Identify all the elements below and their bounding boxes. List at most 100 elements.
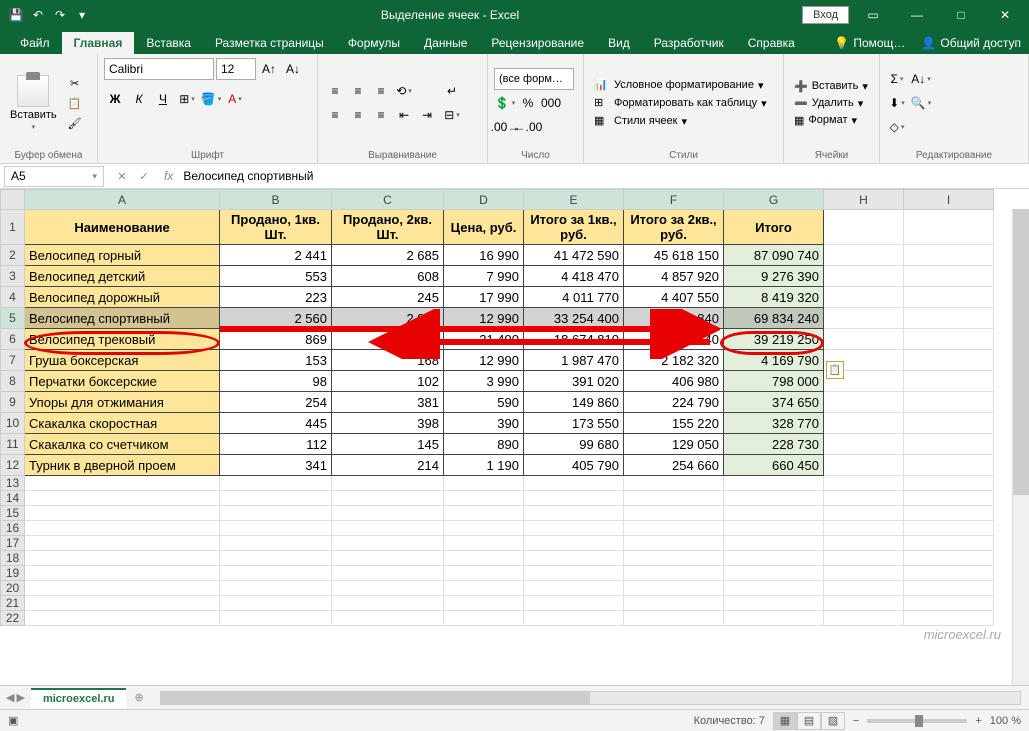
row-header-18[interactable]: 18	[1, 551, 25, 566]
tab-разметка страницы[interactable]: Разметка страницы	[203, 32, 336, 54]
empty-cell[interactable]	[25, 581, 220, 596]
empty-cell[interactable]	[824, 476, 904, 491]
empty-cell[interactable]	[624, 476, 724, 491]
table-header[interactable]: Цена, руб.	[444, 210, 524, 245]
empty-cell[interactable]	[724, 476, 824, 491]
row-header-8[interactable]: 8	[1, 371, 25, 392]
row-header-6[interactable]: 6	[1, 329, 25, 350]
empty-cell[interactable]	[220, 551, 332, 566]
table-header[interactable]: Итого за 1кв., руб.	[524, 210, 624, 245]
empty-cell[interactable]	[220, 611, 332, 626]
empty-cell[interactable]	[332, 491, 444, 506]
table-cell[interactable]: 145	[332, 434, 444, 455]
clear-icon[interactable]: ◇	[886, 116, 908, 138]
table-cell[interactable]: 112	[220, 434, 332, 455]
empty-cell[interactable]	[524, 476, 624, 491]
table-cell[interactable]: 16 990	[444, 245, 524, 266]
bold-button[interactable]: Ж	[104, 88, 126, 110]
empty-cell[interactable]	[332, 611, 444, 626]
table-cell[interactable]: 4 407 550	[624, 287, 724, 308]
zoom-slider[interactable]	[867, 719, 967, 723]
empty-cell[interactable]	[904, 536, 994, 551]
table-cell-name[interactable]: Велосипед спортивный	[25, 308, 220, 329]
tab-вид[interactable]: Вид	[596, 32, 642, 54]
table-cell[interactable]: 405 790	[524, 455, 624, 476]
empty-cell[interactable]	[724, 581, 824, 596]
table-cell[interactable]: 8 419 320	[724, 287, 824, 308]
indent-decrease-icon[interactable]: ⇤	[393, 104, 415, 126]
table-cell[interactable]: 1 190	[444, 455, 524, 476]
row-header-13[interactable]: 13	[1, 476, 25, 491]
ribbon-options-icon[interactable]: ▭	[853, 0, 893, 29]
table-cell[interactable]: 445	[220, 413, 332, 434]
table-cell[interactable]: 3 990	[444, 371, 524, 392]
table-header[interactable]: Продано, 1кв. Шт.	[220, 210, 332, 245]
empty-cell[interactable]	[724, 611, 824, 626]
table-cell[interactable]: 87 090 740	[724, 245, 824, 266]
table-cell[interactable]: 391 020	[524, 371, 624, 392]
table-cell[interactable]: 21 490	[444, 329, 524, 350]
empty-cell[interactable]	[25, 566, 220, 581]
empty-cell[interactable]	[824, 491, 904, 506]
table-cell[interactable]: 12 990	[444, 350, 524, 371]
empty-cell[interactable]	[444, 506, 524, 521]
empty-cell[interactable]	[524, 536, 624, 551]
table-cell[interactable]: 155 220	[624, 413, 724, 434]
decrease-decimal-icon[interactable]: ←.00	[517, 116, 539, 138]
table-cell[interactable]: 228 730	[724, 434, 824, 455]
formula-input[interactable]	[179, 166, 1029, 187]
table-cell-name[interactable]: Велосипед дорожный	[25, 287, 220, 308]
empty-cell[interactable]	[332, 551, 444, 566]
zoom-out-icon[interactable]: −	[853, 715, 859, 727]
enter-formula-icon[interactable]: ✓	[134, 166, 154, 186]
maximize-icon[interactable]: □	[941, 0, 981, 29]
empty-cell[interactable]	[444, 581, 524, 596]
row-header-3[interactable]: 3	[1, 266, 25, 287]
empty-cell[interactable]	[904, 521, 994, 536]
row-header-19[interactable]: 19	[1, 566, 25, 581]
redo-icon[interactable]: ↷	[52, 7, 68, 23]
col-header-C[interactable]: C	[332, 190, 444, 210]
table-cell[interactable]: 2 441	[220, 245, 332, 266]
add-sheet-icon[interactable]: ⊕	[126, 691, 151, 704]
row-header-22[interactable]: 22	[1, 611, 25, 626]
zoom-level[interactable]: 100 %	[990, 715, 1021, 727]
row-header-20[interactable]: 20	[1, 581, 25, 596]
table-cell[interactable]: 223	[220, 287, 332, 308]
empty-cell[interactable]	[332, 521, 444, 536]
table-cell[interactable]: 2 685	[332, 245, 444, 266]
table-header[interactable]: Наименование	[25, 210, 220, 245]
row-header-21[interactable]: 21	[1, 596, 25, 611]
row-header-12[interactable]: 12	[1, 455, 25, 476]
empty-cell[interactable]	[624, 596, 724, 611]
empty-cell[interactable]	[904, 476, 994, 491]
table-cell[interactable]: 20 544 440	[624, 329, 724, 350]
empty-cell[interactable]	[444, 536, 524, 551]
table-cell[interactable]: 398	[332, 413, 444, 434]
tab-данные[interactable]: Данные	[412, 32, 479, 54]
table-cell[interactable]: 890	[444, 434, 524, 455]
table-cell[interactable]: 39 219 250	[724, 329, 824, 350]
orientation-icon[interactable]: ⟲	[393, 80, 415, 102]
format-cells-button[interactable]: ▦Формат ▾	[790, 113, 872, 128]
empty-cell[interactable]	[824, 506, 904, 521]
table-cell-name[interactable]: Велосипед трековый	[25, 329, 220, 350]
empty-cell[interactable]	[904, 506, 994, 521]
table-cell-name[interactable]: Груша боксерская	[25, 350, 220, 371]
sheet-nav-next-icon[interactable]: ▶	[16, 691, 24, 704]
table-cell[interactable]: 406 980	[624, 371, 724, 392]
table-cell[interactable]: 41 472 590	[524, 245, 624, 266]
empty-cell[interactable]	[524, 506, 624, 521]
empty-cell[interactable]	[904, 551, 994, 566]
row-header-9[interactable]: 9	[1, 392, 25, 413]
font-size-select[interactable]	[216, 58, 256, 80]
tab-формулы[interactable]: Формулы	[336, 32, 412, 54]
table-cell[interactable]: 102	[332, 371, 444, 392]
cancel-formula-icon[interactable]: ✕	[112, 166, 132, 186]
table-cell[interactable]: 36 579 840	[624, 308, 724, 329]
align-bottom-icon[interactable]: ≡	[370, 80, 392, 102]
tab-рецензирование[interactable]: Рецензирование	[479, 32, 596, 54]
empty-cell[interactable]	[332, 536, 444, 551]
customize-qat-icon[interactable]: ▾	[74, 7, 90, 23]
tab-главная[interactable]: Главная	[62, 32, 135, 54]
